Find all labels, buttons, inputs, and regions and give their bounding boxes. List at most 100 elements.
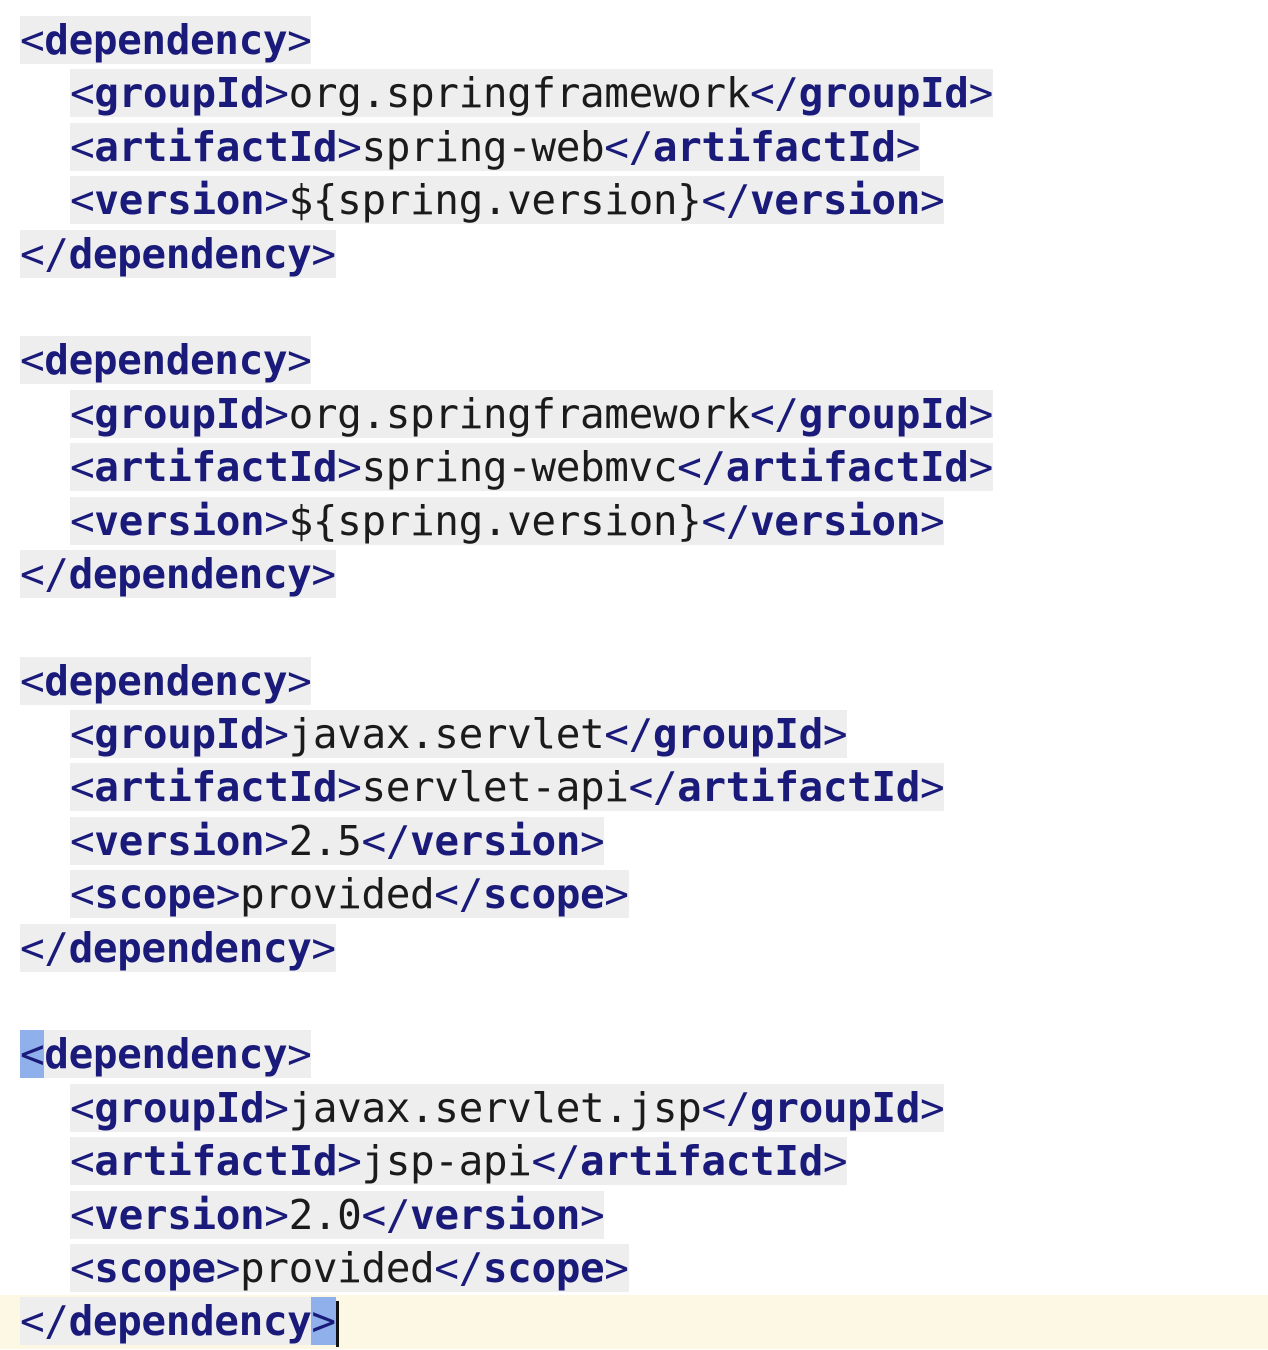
code-line[interactable]: <artifactId>jsp-api</artifactId> xyxy=(0,1135,1268,1188)
tag-name: groupId xyxy=(798,389,969,438)
angle-bracket: > xyxy=(604,1243,629,1292)
angle-bracket: < xyxy=(70,1137,95,1186)
tag-name: groupId xyxy=(94,1083,265,1132)
tag-name: version xyxy=(94,496,265,545)
angle-bracket: < xyxy=(20,336,45,385)
angle-bracket: > xyxy=(337,763,362,812)
angle-bracket: < xyxy=(70,763,95,812)
element-value: 2.0 xyxy=(288,1190,362,1239)
line-highlight: <dependency> xyxy=(20,1030,312,1079)
xml-code-editor[interactable]: <dependency> <groupId>org.springframework… xyxy=(0,0,1268,1350)
angle-bracket: > xyxy=(337,1137,362,1186)
angle-bracket: > xyxy=(264,176,289,225)
line-highlight: <version>2.0</version> xyxy=(70,1190,605,1239)
angle-bracket: < xyxy=(70,1190,95,1239)
code-line[interactable]: </dependency> xyxy=(0,922,1268,975)
angle-bracket: </ xyxy=(701,176,751,225)
tag-name: version xyxy=(750,496,921,545)
code-line[interactable]: <artifactId>spring-web</artifactId> xyxy=(0,121,1268,174)
tag-name: dependency xyxy=(68,549,312,598)
tag-name: artifactId xyxy=(94,443,338,492)
code-line[interactable]: <scope>provided</scope> xyxy=(0,1242,1268,1295)
close-tag: </version> xyxy=(701,176,944,224)
code-line[interactable]: <version>${spring.version}</version> xyxy=(0,495,1268,548)
close-tag: </artifactId> xyxy=(531,1137,847,1185)
line-highlight: <scope>provided</scope> xyxy=(70,1243,629,1292)
angle-bracket: < xyxy=(20,656,45,705)
code-line[interactable]: </dependency> xyxy=(0,548,1268,601)
line-highlight: <groupId>javax.servlet</groupId> xyxy=(70,710,848,759)
tag-name: scope xyxy=(482,1243,605,1292)
tag-name: dependency xyxy=(68,923,312,972)
code-line[interactable]: <version>2.0</version> xyxy=(0,1189,1268,1242)
code-line[interactable]: <artifactId>spring-webmvc</artifactId> xyxy=(0,441,1268,494)
open-tag: <artifactId> xyxy=(70,763,362,812)
angle-bracket: > xyxy=(287,656,312,705)
close-tag: </artifactId> xyxy=(604,123,920,171)
code-line[interactable]: <groupId>javax.servlet.jsp</groupId> xyxy=(0,1082,1268,1135)
angle-bracket: </ xyxy=(531,1137,581,1186)
code-line[interactable]: <groupId>javax.servlet</groupId> xyxy=(0,708,1268,761)
angle-bracket: </ xyxy=(20,1297,69,1346)
code-line[interactable]: <dependency> xyxy=(0,334,1268,387)
code-line[interactable]: <artifactId>servlet-api</artifactId> xyxy=(0,761,1268,814)
code-line[interactable]: </dependency> xyxy=(0,1295,1268,1349)
angle-bracket: > xyxy=(604,870,629,919)
line-highlight: <dependency> xyxy=(20,656,312,705)
close-tag: </groupId> xyxy=(604,710,847,758)
open-tag: <dependency> xyxy=(20,656,312,705)
angle-bracket: </ xyxy=(434,870,483,919)
tag-name: artifactId xyxy=(94,763,338,812)
angle-bracket: < xyxy=(70,389,95,438)
angle-bracket: < xyxy=(20,1030,45,1079)
code-line[interactable]: </dependency> xyxy=(0,228,1268,281)
tag-name: dependency xyxy=(44,16,288,64)
element-value: spring-web xyxy=(361,122,605,171)
open-tag: <dependency> xyxy=(20,16,312,64)
tag-name: scope xyxy=(482,870,605,919)
angle-bracket: > xyxy=(920,1083,945,1132)
angle-bracket: > xyxy=(264,1083,289,1132)
element-value: spring-webmvc xyxy=(361,443,678,492)
code-line[interactable] xyxy=(0,601,1268,654)
code-line[interactable] xyxy=(0,975,1268,1028)
code-line[interactable]: <groupId>org.springframework</groupId> xyxy=(0,388,1268,441)
angle-bracket: > xyxy=(311,1297,336,1346)
angle-bracket: > xyxy=(311,923,336,972)
angle-bracket: > xyxy=(264,816,289,865)
angle-bracket: </ xyxy=(20,923,69,972)
tag-name: dependency xyxy=(68,1297,312,1346)
angle-bracket: < xyxy=(70,816,95,865)
tag-name: artifactId xyxy=(725,443,969,492)
angle-bracket: > xyxy=(968,69,994,118)
tag-name: version xyxy=(410,1190,581,1239)
angle-bracket: > xyxy=(215,870,241,919)
code-line[interactable]: <dependency> xyxy=(0,1028,1268,1081)
angle-bracket: </ xyxy=(677,443,726,492)
code-line[interactable]: <version>2.5</version> xyxy=(0,815,1268,868)
code-line[interactable]: <dependency> xyxy=(0,655,1268,708)
tag-name: artifactId xyxy=(677,763,920,812)
line-highlight: <groupId>org.springframework</groupId> xyxy=(70,69,994,118)
angle-bracket: > xyxy=(337,122,362,171)
close-tag: </version> xyxy=(701,497,944,545)
line-highlight: <version>2.5</version> xyxy=(70,816,605,865)
open-tag: <version> xyxy=(70,176,289,224)
code-line[interactable]: <version>${spring.version}</version> xyxy=(0,174,1268,227)
angle-bracket: < xyxy=(70,443,95,492)
line-highlight: </dependency> xyxy=(20,549,336,598)
element-value: org.springframework xyxy=(288,69,751,118)
close-tag: </scope> xyxy=(434,870,629,919)
element-value: jsp-api xyxy=(361,1137,532,1186)
angle-bracket: > xyxy=(264,710,289,759)
code-line[interactable]: <dependency> xyxy=(0,14,1268,67)
code-line[interactable]: <groupId>org.springframework</groupId> xyxy=(0,67,1268,120)
code-line[interactable]: <scope>provided</scope> xyxy=(0,868,1268,921)
tag-name: dependency xyxy=(44,656,288,705)
tag-name: groupId xyxy=(94,389,265,438)
tag-name: dependency xyxy=(68,229,312,278)
code-line[interactable] xyxy=(0,281,1268,334)
tag-name: groupId xyxy=(750,1083,921,1132)
line-highlight: <dependency> xyxy=(20,336,312,385)
angle-bracket: > xyxy=(264,1190,289,1239)
